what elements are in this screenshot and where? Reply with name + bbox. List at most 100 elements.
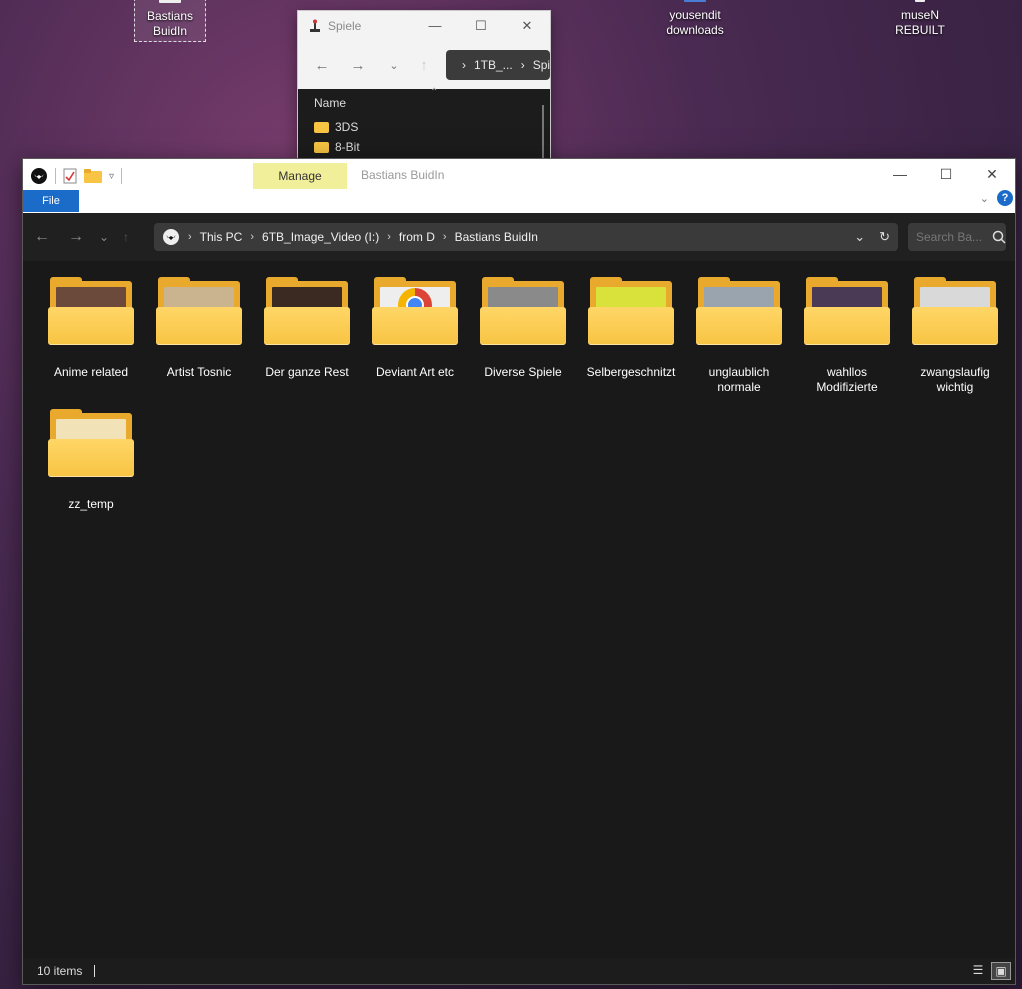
folder-icon [159,0,181,3]
sort-caret-icon: ⌃ [430,87,439,98]
list-item[interactable]: 3DS [298,117,550,137]
minimize-button[interactable]: — [412,18,458,34]
close-button[interactable]: ✕ [504,18,550,34]
breadcrumb-current[interactable]: Bastians BuidIn [455,230,538,244]
column-header-name[interactable]: Name ⌃ [298,87,550,117]
back-arrow-icon[interactable]: ← [306,57,338,74]
folder-icon [684,0,706,2]
folder-icon [372,277,458,347]
chevron-right-icon: › [442,231,447,243]
large-icons-view-icon[interactable]: ▣ [991,962,1011,980]
maximize-button[interactable]: ☐ [923,159,969,189]
chevron-down-icon[interactable]: ⌄ [980,192,989,205]
desktop-icon-musen[interactable]: museN REBUILT [880,0,960,38]
ribbon: File ⌄ ? [23,190,1015,213]
search-box[interactable] [908,223,1006,251]
chevron-right-icon: › [387,231,391,243]
title-bar: Spiele — ☐ ✕ [298,11,550,41]
folder-label: Der ganze Rest [265,365,349,379]
divider [94,965,96,977]
folder-label: zwangslaufig wichtig [920,365,990,394]
app-logo-icon [31,168,47,184]
desktop-icon-label: yousendit downloads [666,8,724,37]
item-count: 10 items [37,964,83,978]
chevron-right-icon: › [250,231,255,243]
divider [55,168,56,184]
folder-label: Selbergeschnitzt [586,365,676,379]
search-icon[interactable] [992,230,1006,244]
folder-item[interactable]: Anime related [37,277,145,395]
navigation-bar: ← → ⌄ ↑ › This PC › 6TB_Image_Video (I:)… [23,213,1015,261]
forward-arrow-icon[interactable]: → [342,57,374,74]
help-icon[interactable]: ? [997,190,1013,206]
breadcrumb-from-d[interactable]: from D [399,230,435,244]
chevron-down-icon[interactable]: ⌄ [378,59,410,72]
search-input[interactable] [908,229,988,245]
chevron-right-icon: › [520,58,525,72]
list-item[interactable]: 8-Bit [298,137,550,157]
folder-icon [48,409,134,479]
folder-item[interactable]: wahllos Modifizierte [793,277,901,395]
folder-icon [915,0,925,2]
breadcrumb-drive[interactable]: 6TB_Image_Video (I:) [262,230,379,244]
tab-manage[interactable]: Manage [253,163,347,189]
recent-locations-button[interactable]: ⌄ [93,230,115,244]
minimize-button[interactable]: — [877,159,923,189]
folder-item[interactable]: Diverse Spiele [469,277,577,395]
address-bar[interactable]: › This PC › 6TB_Image_Video (I:) › from … [154,223,898,251]
window-title: Bastians BuidIn [361,168,445,182]
properties-icon[interactable] [63,168,77,184]
folder-icon [264,277,350,347]
explorer-window-bastians-buidin[interactable]: ▿ Manage Bastians BuidIn — ☐ ✕ File ⌄ ? … [22,158,1016,985]
folder-icon [314,141,329,153]
breadcrumb-segment[interactable]: 1TB_... [474,58,513,72]
folder-label: unglaublich normale [708,365,770,394]
desktop-icon-label: Bastians BuidIn [146,9,194,38]
title-bar: ▿ Manage Bastians BuidIn — ☐ ✕ [23,159,1015,193]
explorer-window-spiele[interactable]: Spiele — ☐ ✕ ← → ⌄ ↑ › 1TB_... › Spie Na… [297,10,551,172]
folder-item[interactable]: zwangslaufig wichtig [901,277,1009,395]
maximize-button[interactable]: ☐ [458,18,504,34]
app-logo-icon [163,229,179,245]
divider [121,168,123,184]
folder-icon [156,277,242,347]
folder-item[interactable]: Der ganze Rest [253,277,361,395]
folder-item[interactable]: Artist Tosnic [145,277,253,395]
folder-icon [588,277,674,347]
address-dropdown-icon[interactable]: ⌄ [854,229,865,245]
quick-access-toolbar: ▿ [23,167,123,185]
folder-icon [48,277,134,347]
desktop-icon-label: museN REBUILT [895,8,945,37]
chevron-right-icon: › [188,231,192,243]
folder-icon [912,277,998,347]
back-button[interactable]: ← [25,228,59,246]
folder-item[interactable]: Deviant Art etc [361,277,469,395]
details-view-icon[interactable]: ☰ [969,962,987,978]
folder-label: zz_temp [68,497,114,511]
desktop-icon-bastians-buidin[interactable]: Bastians BuidIn [134,0,206,42]
folder-item[interactable]: Selbergeschnitzt [577,277,685,395]
status-bar: 10 items ☰ ▣ [23,958,1015,984]
up-arrow-icon[interactable]: ↑ [414,57,434,74]
folder-label: wahllos Modifizierte [816,365,878,394]
breadcrumb-segment[interactable]: Spie [533,58,550,72]
folder-item[interactable]: unglaublich normale [685,277,793,395]
refresh-icon[interactable]: ↻ [879,229,890,245]
desktop-icon-yousendit[interactable]: yousendit downloads [655,0,735,38]
tab-file[interactable]: File [23,190,79,212]
new-folder-icon[interactable] [84,169,102,183]
file-view[interactable]: Anime related Artist Tosnic Der ganze Rest… [23,261,1015,958]
customize-toolbar-icon[interactable]: ▿ [109,171,114,182]
breadcrumb-this-pc[interactable]: This PC [200,230,243,244]
folder-label: Anime related [53,365,129,379]
window-title: Spiele [328,19,362,33]
folder-icon [804,277,890,347]
folder-icon [480,277,566,347]
folder-item[interactable]: zz_temp [37,409,145,512]
folder-label: Deviant Art etc [375,365,455,379]
folder-icon [314,121,329,133]
forward-button[interactable]: → [59,228,93,246]
close-button[interactable]: ✕ [969,159,1015,189]
up-button[interactable]: ↑ [115,230,137,244]
address-bar[interactable]: › 1TB_... › Spie [446,50,550,80]
